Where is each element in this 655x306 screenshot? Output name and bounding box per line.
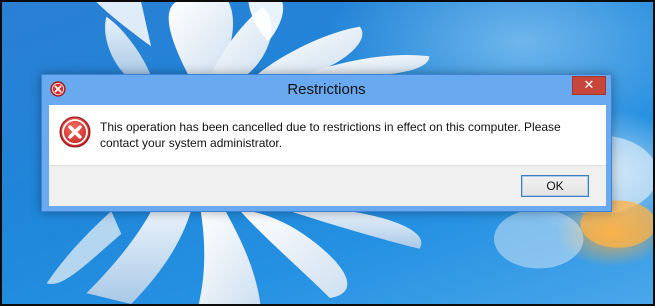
dialog-titlebar[interactable]: Restrictions ✕ bbox=[42, 75, 611, 105]
message-area: This operation has been cancelled due to… bbox=[49, 105, 606, 165]
close-button[interactable]: ✕ bbox=[572, 76, 606, 95]
dialog-title: Restrictions bbox=[287, 81, 366, 98]
error-icon bbox=[59, 116, 91, 148]
button-bar: OK bbox=[49, 165, 606, 206]
error-message: This operation has been cancelled due to… bbox=[100, 120, 561, 150]
ok-button[interactable]: OK bbox=[521, 175, 589, 197]
restrictions-dialog: Restrictions ✕ This operation has been c… bbox=[41, 74, 612, 212]
dialog-body: This operation has been cancelled due to… bbox=[49, 105, 606, 206]
